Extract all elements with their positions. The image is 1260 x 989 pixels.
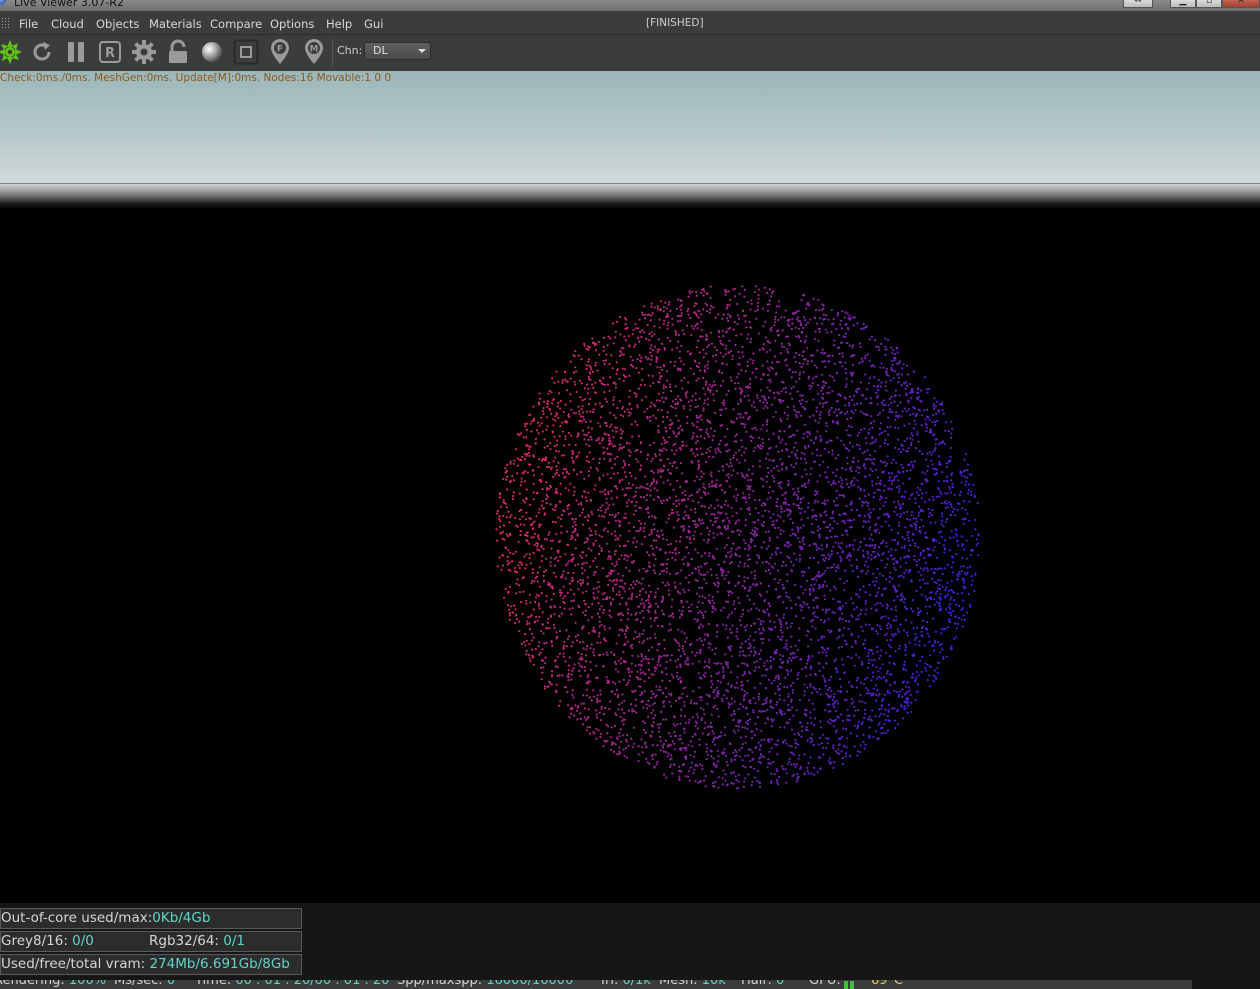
pause-icon[interactable] <box>62 38 90 66</box>
menu-file[interactable]: File <box>19 17 38 31</box>
hair-label: Hair: <box>741 980 776 988</box>
time-label: Time: <box>195 980 236 988</box>
tri-label: Tri: <box>599 980 623 988</box>
minimize-icon[interactable]: ▁ <box>1170 0 1196 8</box>
out-of-core-label: Out-of-core used/max: <box>1 910 153 926</box>
resize-icon[interactable]: ⇔ <box>1123 0 1153 8</box>
toolbar-separator <box>332 39 333 67</box>
vram-label: Used/free/total vram: <box>1 956 150 972</box>
time-value: 00 : 01 : 20/00 : 01 : 20 <box>235 980 390 988</box>
gpu-usage-bar <box>850 981 854 989</box>
menu-materials[interactable]: Materials <box>149 17 202 31</box>
window-titlebar: Live Viewer 3.07-R2 ⇔ ▁ ▫ ✕ <box>0 0 1260 11</box>
rendering-label: Rendering: <box>0 980 69 988</box>
menu-options[interactable]: Options <box>270 17 314 31</box>
rgb-label: Rgb32/64: <box>149 933 224 949</box>
vram-value: 274Mb/6.691Gb/8Gb <box>149 956 290 972</box>
menu-help[interactable]: Help <box>326 17 352 31</box>
settings-gear-icon[interactable] <box>130 38 158 66</box>
menu-gui[interactable]: Gui <box>364 17 383 31</box>
refresh-icon[interactable] <box>28 38 56 66</box>
svg-text:R: R <box>105 46 115 61</box>
window-title: Live Viewer 3.07-R2 <box>14 0 124 9</box>
material-pin-icon[interactable]: M <box>300 38 328 66</box>
status-bar: Rendering: 100% Ms/sec: 0 Time: 00 : 01 … <box>0 980 1192 989</box>
mesh-label: Mesh: <box>659 980 702 988</box>
focus-pin-icon[interactable]: F <box>266 38 294 66</box>
gpu-usage-bar <box>844 981 848 989</box>
gpu-label: GPU: <box>809 980 841 988</box>
spp-value: 16000/16000 <box>486 980 574 988</box>
out-of-core-info: Out-of-core used/max:0Kb/4Gb <box>0 908 302 929</box>
menu-cloud[interactable]: Cloud <box>51 17 84 31</box>
menu-grip-icon <box>1 17 10 28</box>
mesh-value: 10k <box>701 980 726 988</box>
mssec-value: 0 <box>166 980 176 988</box>
svg-text:F: F <box>277 45 283 55</box>
menu-compare[interactable]: Compare <box>210 17 262 31</box>
toolbar: R F M Chn: DL <box>0 35 1260 71</box>
svg-text:M: M <box>310 45 318 55</box>
render-stats: Check:0ms./0ms. MeshGen:0ms. Update[M]:0… <box>0 72 392 84</box>
channel-select[interactable]: DL <box>364 42 431 60</box>
vram-info: Used/free/total vram: 274Mb/6.691Gb/8Gb <box>0 954 302 975</box>
rendering-value: 100% <box>68 980 107 988</box>
maximize-icon[interactable]: ▫ <box>1196 0 1222 8</box>
render-viewport[interactable]: Check:0ms./0ms. MeshGen:0ms. Update[M]:0… <box>0 71 1260 903</box>
tri-value: 0/1k <box>622 980 651 988</box>
grey-label: Grey8/16: <box>1 933 73 949</box>
r-button-icon[interactable]: R <box>96 38 124 66</box>
menu-bar: File Cloud Objects Materials Compare Opt… <box>0 11 1260 35</box>
region-icon[interactable] <box>232 38 260 66</box>
texture-count-info: Grey8/16: 0/0 Rgb32/64: 0/1 <box>0 931 302 952</box>
gpu-temperature: 69°C <box>871 980 904 988</box>
spp-label: Spp/maxspp: <box>397 980 487 988</box>
rgb-value: 0/1 <box>223 933 245 949</box>
close-icon[interactable]: ✕ <box>1222 0 1260 8</box>
menu-objects[interactable]: Objects <box>96 17 139 31</box>
particle-points <box>495 285 980 790</box>
grey-value: 0/0 <box>72 933 94 949</box>
out-of-core-value: 0Kb/4Gb <box>152 910 211 926</box>
render-status: [FINISHED] <box>646 17 704 29</box>
lock-icon[interactable] <box>164 38 192 66</box>
particle-sphere <box>495 285 980 790</box>
app-icon <box>0 0 6 5</box>
chevron-down-icon <box>418 49 426 53</box>
material-ball-icon[interactable] <box>198 38 226 66</box>
hair-value: 0 <box>775 980 785 988</box>
channel-label: Chn: <box>337 44 363 57</box>
channel-value: DL <box>373 44 388 57</box>
octane-logo-icon[interactable] <box>0 38 24 66</box>
mssec-label: Ms/sec: <box>114 980 167 988</box>
